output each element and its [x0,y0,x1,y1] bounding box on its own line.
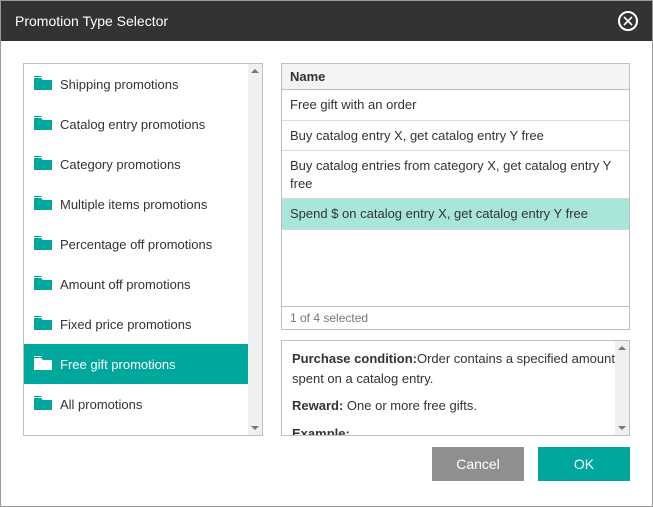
detail-example-line: Example: [292,424,619,437]
promotion-grid: Name Free gift with an order Buy catalog… [281,63,630,330]
detail-purchase-line: Purchase condition:Order contains a spec… [292,349,619,388]
chevron-up-icon[interactable] [248,64,262,78]
dialog-title: Promotion Type Selector [15,13,168,29]
reward-text: One or more free gifts. [343,398,477,413]
cancel-button[interactable]: Cancel [432,447,524,481]
chevron-up-icon[interactable] [615,341,629,355]
category-list-scrollbar[interactable] [248,64,262,435]
right-panel: Name Free gift with an order Buy catalog… [281,63,630,436]
grid-row[interactable]: Free gift with an order [282,90,629,121]
sidebar-item-all-promotions[interactable]: All promotions [24,384,248,424]
sidebar-item-multiple-items-promotions[interactable]: Multiple items promotions [24,184,248,224]
detail-reward-line: Reward: One or more free gifts. [292,396,619,416]
close-icon[interactable] [618,11,638,31]
folder-icon [34,196,52,213]
sidebar-item-label: Amount off promotions [60,277,191,292]
sidebar-item-amount-off-promotions[interactable]: Amount off promotions [24,264,248,304]
sidebar-item-fixed-price-promotions[interactable]: Fixed price promotions [24,304,248,344]
ok-button[interactable]: OK [538,447,630,481]
folder-icon [34,156,52,173]
sidebar-item-free-gift-promotions[interactable]: Free gift promotions [24,344,248,384]
detail-scrollbar[interactable] [615,341,629,435]
grid-row[interactable]: Buy catalog entries from category X, get… [282,151,629,199]
sidebar-item-label: All promotions [60,397,142,412]
sidebar-item-label: Catalog entry promotions [60,117,205,132]
detail-panel: Purchase condition:Order contains a spec… [281,340,630,436]
sidebar-item-category-promotions[interactable]: Category promotions [24,144,248,184]
grid-row[interactable]: Spend $ on catalog entry X, get catalog … [282,199,629,230]
grid-selection-status: 1 of 4 selected [282,306,629,329]
sidebar-item-percentage-off-promotions[interactable]: Percentage off promotions [24,224,248,264]
category-list-panel: Shipping promotions Catalog entry promot… [23,63,263,436]
folder-icon [34,356,52,373]
purchase-condition-label: Purchase condition: [292,351,417,366]
grid-body: Free gift with an order Buy catalog entr… [282,90,629,306]
sidebar-item-label: Fixed price promotions [60,317,192,332]
folder-icon [34,76,52,93]
chevron-down-icon[interactable] [615,421,629,435]
sidebar-item-label: Percentage off promotions [60,237,212,252]
sidebar-item-catalog-entry-promotions[interactable]: Catalog entry promotions [24,104,248,144]
sidebar-item-label: Category promotions [60,157,181,172]
folder-icon [34,276,52,293]
chevron-down-icon[interactable] [248,421,262,435]
folder-icon [34,116,52,133]
grid-row[interactable]: Buy catalog entry X, get catalog entry Y… [282,121,629,152]
sidebar-item-label: Free gift promotions [60,357,176,372]
example-label: Example: [292,426,350,437]
grid-header-name[interactable]: Name [282,64,629,90]
folder-icon [34,316,52,333]
dialog-content: Shipping promotions Catalog entry promot… [1,41,652,436]
sidebar-item-label: Shipping promotions [60,77,179,92]
sidebar-item-label: Multiple items promotions [60,197,207,212]
dialog-footer: Cancel OK [1,436,652,492]
category-list: Shipping promotions Catalog entry promot… [24,64,262,435]
folder-icon [34,236,52,253]
dialog-titlebar: Promotion Type Selector [1,1,652,41]
folder-icon [34,396,52,413]
sidebar-item-shipping-promotions[interactable]: Shipping promotions [24,64,248,104]
reward-label: Reward: [292,398,343,413]
